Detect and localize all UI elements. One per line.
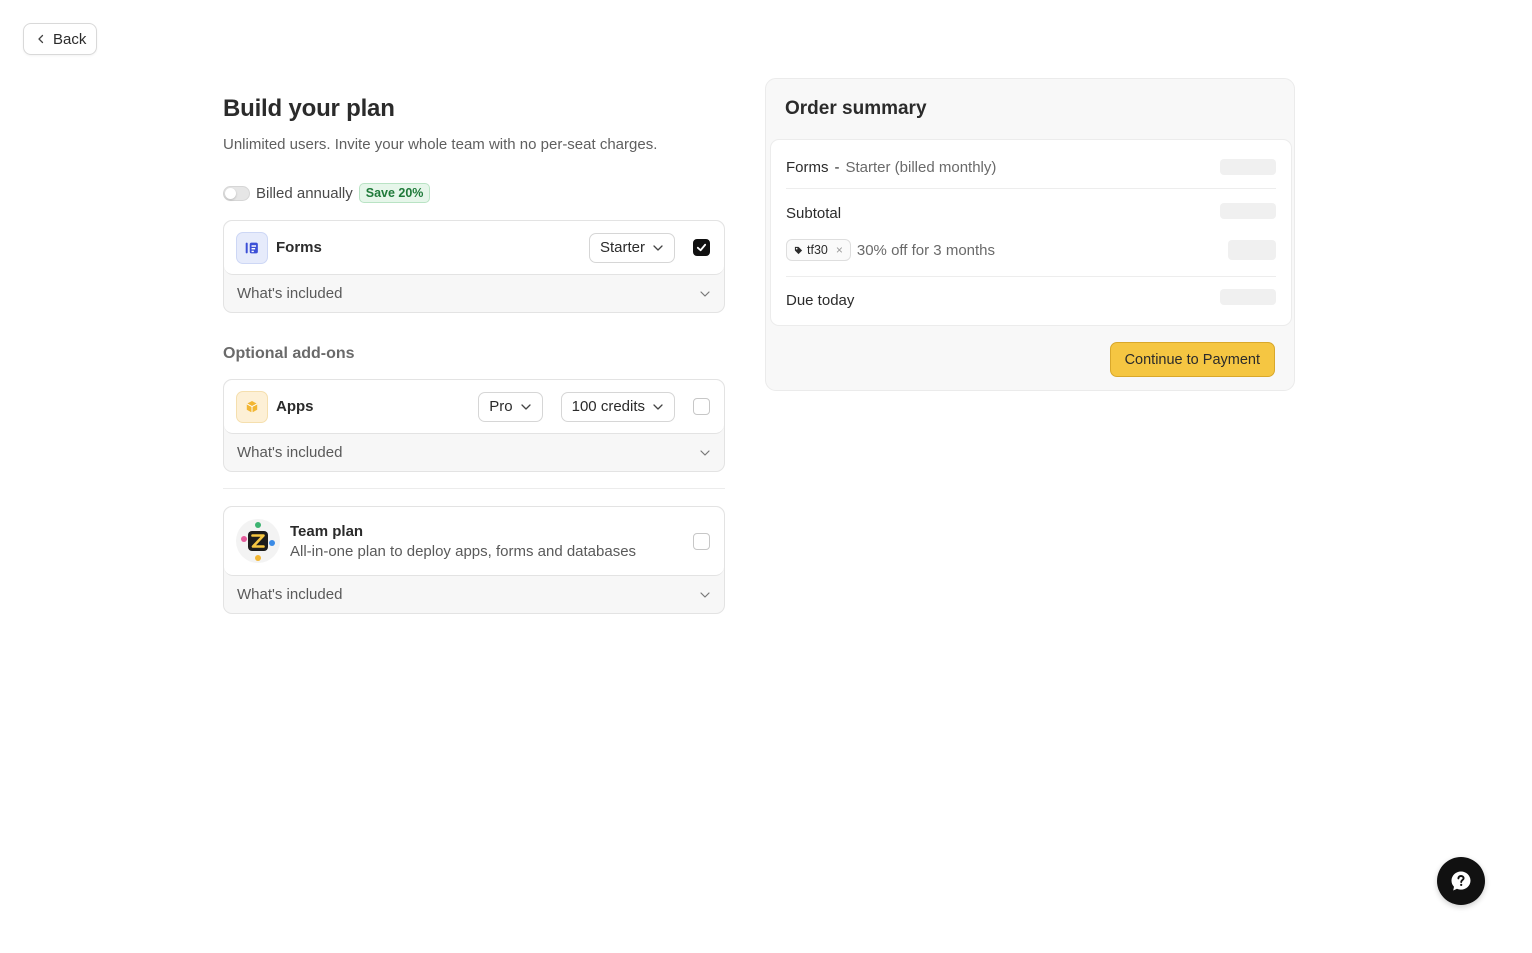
team-plan-card: Team plan All-in-one plan to deploy apps… xyxy=(223,506,725,614)
coupon-description: 30% off for 3 months xyxy=(856,241,996,259)
continue-to-payment-button[interactable]: Continue to Payment xyxy=(1109,342,1275,377)
apps-credits-value: 100 credits xyxy=(571,398,645,415)
page-subtitle: Unlimited users. Invite your whole team … xyxy=(223,136,658,153)
order-summary-lines: Forms - Starter (billed monthly) Subtota… xyxy=(770,139,1292,326)
tag-icon xyxy=(794,246,803,254)
back-label: Back xyxy=(53,30,87,48)
addons-title: Optional add-ons xyxy=(223,345,355,362)
chevron-down-icon xyxy=(700,449,710,456)
order-summary: Order summary Forms - Starter (billed mo… xyxy=(765,78,1295,391)
forms-checkbox[interactable] xyxy=(693,239,710,256)
due-today-placeholder xyxy=(1220,289,1276,305)
line-item-separator: - xyxy=(834,158,840,176)
order-summary-title: Order summary xyxy=(785,98,927,119)
team-plan-header: Team plan All-in-one plan to deploy apps… xyxy=(224,507,724,576)
help-question-icon xyxy=(1451,871,1471,891)
chevron-down-icon xyxy=(700,591,710,598)
forms-card: Forms Starter What's included xyxy=(223,220,725,313)
coupon-row: tf30 × 30% off for 3 months xyxy=(786,238,1276,262)
apps-checkbox[interactable] xyxy=(693,398,710,415)
subtotal-row: Subtotal xyxy=(786,202,1276,224)
due-today-label: Due today xyxy=(786,291,855,309)
coupon-chip: tf30 × xyxy=(786,239,851,261)
forms-name: Forms xyxy=(276,239,322,256)
help-button[interactable] xyxy=(1437,857,1485,905)
team-plan-name: Team plan xyxy=(290,522,364,540)
apps-tier-value: Pro xyxy=(489,398,513,415)
toggle-knob xyxy=(225,187,236,199)
back-button[interactable]: Back xyxy=(23,23,98,55)
apps-whats-included[interactable]: What's included xyxy=(224,434,724,471)
due-today-row: Due today xyxy=(786,289,1276,311)
section-divider xyxy=(223,488,725,489)
forms-icon xyxy=(236,231,268,264)
chevron-down-icon xyxy=(653,244,663,251)
check-icon xyxy=(696,243,707,252)
chevron-down-icon xyxy=(520,403,531,410)
apps-card: Apps Pro 100 credits What's included xyxy=(223,379,725,472)
forms-tier-select[interactable]: Starter xyxy=(588,232,675,263)
line-item-price-placeholder xyxy=(1220,159,1276,175)
chevron-left-icon xyxy=(38,34,44,44)
forms-card-header: Forms Starter xyxy=(224,221,724,275)
subtotal-placeholder xyxy=(1220,203,1276,219)
billed-annually-toggle[interactable] xyxy=(223,185,250,201)
save-badge: Save 20% xyxy=(358,183,431,203)
team-plan-whats-included[interactable]: What's included xyxy=(224,576,724,613)
team-plan-checkbox[interactable] xyxy=(693,532,710,550)
forms-whats-included[interactable]: What's included xyxy=(224,275,724,312)
page-title: Build your plan xyxy=(223,95,395,122)
team-plan-logo xyxy=(236,519,280,563)
whats-included-label: What's included xyxy=(237,586,343,603)
team-plan-description: All-in-one plan to deploy apps, forms an… xyxy=(290,542,637,560)
line-item-product: Forms xyxy=(786,158,829,176)
apps-card-header: Apps Pro 100 credits xyxy=(224,380,724,434)
whats-included-label: What's included xyxy=(237,444,343,461)
discount-placeholder xyxy=(1228,240,1276,260)
chevron-down-icon xyxy=(653,403,663,410)
whats-included-label: What's included xyxy=(237,285,343,302)
chevron-down-icon xyxy=(700,290,710,297)
summary-divider xyxy=(786,276,1276,277)
plan-builder: Build your plan Unlimited users. Invite … xyxy=(223,95,725,614)
apps-credits-select[interactable]: 100 credits xyxy=(560,391,675,422)
remove-coupon-icon[interactable]: × xyxy=(836,243,843,257)
forms-tier-value: Starter xyxy=(599,239,645,256)
billing-label: Billed annually xyxy=(256,184,353,202)
line-item-detail: Starter (billed monthly) xyxy=(845,158,997,176)
billing-toggle-row: Billed annually Save 20% xyxy=(223,183,725,203)
apps-tier-select[interactable]: Pro xyxy=(478,391,543,422)
apps-name: Apps xyxy=(276,398,314,415)
coupon-code: tf30 xyxy=(807,243,828,257)
apps-box-icon xyxy=(236,390,268,423)
summary-divider xyxy=(786,188,1276,189)
subtotal-label: Subtotal xyxy=(786,204,842,222)
line-item: Forms - Starter (billed monthly) xyxy=(786,156,1276,178)
